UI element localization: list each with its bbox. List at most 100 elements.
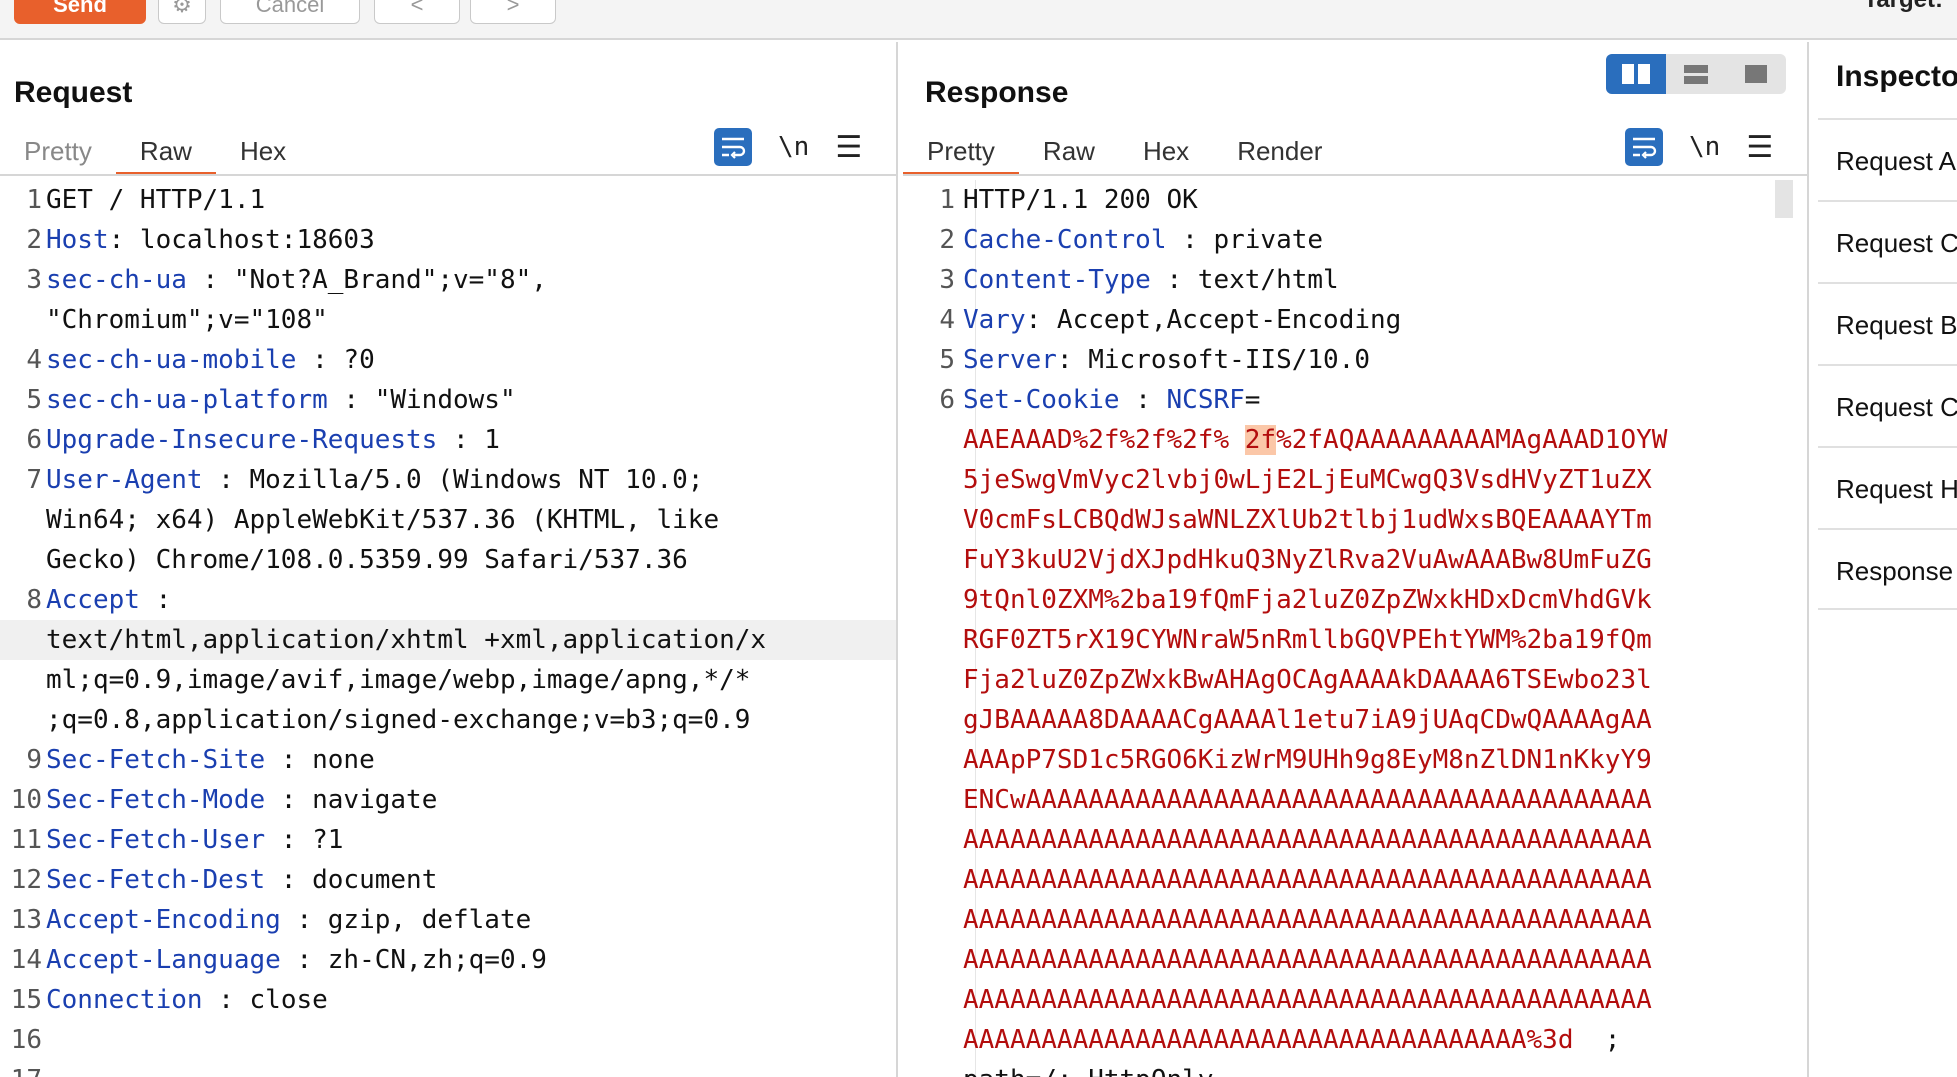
- header-name: User-Agent: [46, 465, 203, 495]
- inspector-item[interactable]: Request C: [1818, 364, 1957, 446]
- layout-side-by-side-button[interactable]: [1606, 54, 1666, 94]
- code-line[interactable]: 8 Accept :: [0, 580, 896, 620]
- inspector-item[interactable]: Request A: [1818, 118, 1957, 200]
- send-button[interactable]: Send: [14, 0, 146, 24]
- tab-pretty[interactable]: Pretty: [903, 130, 1019, 176]
- line-number: [903, 1060, 963, 1077]
- layout-tabbed-button[interactable]: [1726, 54, 1786, 94]
- response-editor[interactable]: 1 HTTP/1.1 200 OK 2 Cache-Control : private…: [903, 180, 1807, 1077]
- code-line[interactable]: 4 Vary: Accept,Accept-Encoding: [903, 300, 1807, 340]
- tab-pretty[interactable]: Pretty: [0, 130, 116, 172]
- inspector-item[interactable]: Request B: [1818, 282, 1957, 364]
- code-line[interactable]: ;q=0.8,application/signed-exchange;v=b3;…: [0, 700, 896, 740]
- code-text: Host: localhost:18603: [46, 220, 375, 260]
- word-wrap-icon[interactable]: [714, 128, 752, 166]
- inspector-item[interactable]: Response: [1818, 528, 1957, 610]
- line-number: 15: [10, 985, 42, 1015]
- code-line[interactable]: 12 Sec-Fetch-Dest : document: [0, 860, 896, 900]
- code-line[interactable]: gJBAAAAA8DAAAACgAAAAl1etu7iA9jUAqCDwQAAA…: [903, 700, 1807, 740]
- tab-render[interactable]: Render: [1213, 130, 1346, 172]
- code-text: sec-ch-ua-mobile : ?0: [46, 340, 375, 380]
- code-line[interactable]: 6 Upgrade-Insecure-Requests : 1: [0, 420, 896, 460]
- code-line[interactable]: 3 Content-Type : text/html: [903, 260, 1807, 300]
- layout-stacked-button[interactable]: [1666, 54, 1726, 94]
- code-line[interactable]: 11 Sec-Fetch-User : ?1: [0, 820, 896, 860]
- code-token: : private: [1166, 225, 1324, 255]
- code-line[interactable]: ml;q=0.9,image/avif,image/webp,image/apn…: [0, 660, 896, 700]
- line-number: [903, 980, 963, 1020]
- newline-icon[interactable]: \n: [778, 132, 809, 162]
- tab-raw[interactable]: Raw: [115, 130, 216, 176]
- code-line[interactable]: text/html,application/xhtml +xml,applica…: [0, 620, 896, 660]
- forward-button[interactable]: >: [470, 0, 556, 24]
- inspector-item[interactable]: Request C: [1818, 200, 1957, 282]
- code-text: Upgrade-Insecure-Requests : 1: [46, 420, 500, 460]
- code-line[interactable]: 5jeSwgVmVyc2lvbj0wLjE2LjEuMCwgQ3VsdHVyZT…: [903, 460, 1807, 500]
- menu-icon[interactable]: ☰: [835, 130, 862, 165]
- code-line[interactable]: Fja2luZ0ZpZWxkBwAHAgOCAgAAAAkDAAAA6TSEwb…: [903, 660, 1807, 700]
- code-line[interactable]: ENCwAAAAAAAAAAAAAAAAAAAAAAAAAAAAAAAAAAAA…: [903, 780, 1807, 820]
- code-line[interactable]: 4 sec-ch-ua-mobile : ?0: [0, 340, 896, 380]
- code-text: 9tQnl0ZXM%2ba19fQmFja2luZ0ZpZWxkHDxDcmVh…: [963, 580, 1652, 620]
- code-text: Sec-Fetch-Dest : document: [46, 860, 437, 900]
- code-line[interactable]: 1 GET / HTTP/1.1: [0, 180, 896, 220]
- code-line[interactable]: 6 Set-Cookie : NCSRF=: [903, 380, 1807, 420]
- code-line[interactable]: AAApP7SD1c5RGO6KizWrM9UHh9g8EyM8nZlDN1nK…: [903, 740, 1807, 780]
- scrollbar[interactable]: [1775, 180, 1793, 218]
- code-line[interactable]: V0cmFsLCBQdWJsaWNLZXlUb2tlbj1udWxsBQEAAA…: [903, 500, 1807, 540]
- settings-button[interactable]: ⚙: [158, 0, 206, 24]
- code-line[interactable]: 2 Host: localhost:18603: [0, 220, 896, 260]
- back-button[interactable]: <: [374, 0, 460, 24]
- code-line[interactable]: AAAAAAAAAAAAAAAAAAAAAAAAAAAAAAAAAAAAAAAA…: [903, 940, 1807, 980]
- code-line[interactable]: 9tQnl0ZXM%2ba19fQmFja2luZ0ZpZWxkHDxDcmVh…: [903, 580, 1807, 620]
- code-token: : 1: [437, 425, 500, 455]
- code-line[interactable]: path=/; HttpOnly: [903, 1060, 1807, 1077]
- code-token: : ?0: [296, 345, 375, 375]
- code-text: 5jeSwgVmVyc2lvbj0wLjE2LjEuMCwgQ3VsdHVyZT…: [963, 460, 1652, 500]
- code-line[interactable]: 1 HTTP/1.1 200 OK: [903, 180, 1807, 220]
- menu-icon[interactable]: ☰: [1746, 130, 1773, 165]
- code-line[interactable]: AAAAAAAAAAAAAAAAAAAAAAAAAAAAAAAAAAAAAAAA…: [903, 820, 1807, 860]
- code-line[interactable]: AAAAAAAAAAAAAAAAAAAAAAAAAAAAAAAAAAAAAAAA…: [903, 900, 1807, 940]
- code-line[interactable]: Gecko) Chrome/108.0.5359.99 Safari/537.3…: [0, 540, 896, 580]
- tab-raw[interactable]: Raw: [1019, 130, 1119, 172]
- code-line[interactable]: 5 sec-ch-ua-platform : "Windows": [0, 380, 896, 420]
- code-text: FuY3kuU2VjdXJpdHkuQ3NyZlRva2VuAwAAABw8Um…: [963, 540, 1652, 580]
- code-line[interactable]: 3 sec-ch-ua : "Not?A_Brand";v="8",: [0, 260, 896, 300]
- code-token: "Chromium";v="108": [46, 305, 328, 335]
- code-token: : gzip, deflate: [280, 905, 532, 935]
- code-line[interactable]: AAAAAAAAAAAAAAAAAAAAAAAAAAAAAAAAAAAAAAAA…: [903, 860, 1807, 900]
- header-name: Cache-Control: [963, 225, 1167, 255]
- code-line[interactable]: Win64; x64) AppleWebKit/537.36 (KHTML, l…: [0, 500, 896, 540]
- word-wrap-icon[interactable]: [1625, 128, 1663, 166]
- code-line[interactable]: 13 Accept-Encoding : gzip, deflate: [0, 900, 896, 940]
- newline-icon[interactable]: \n: [1689, 132, 1720, 162]
- code-line[interactable]: 5 Server: Microsoft-IIS/10.0: [903, 340, 1807, 380]
- tab-hex[interactable]: Hex: [216, 130, 310, 172]
- request-editor[interactable]: 1 GET / HTTP/1.1 2 Host: localhost:18603 3 se…: [0, 180, 896, 1077]
- response-title: Response: [925, 76, 1069, 109]
- line-number: [903, 580, 963, 620]
- line-number: [0, 500, 46, 540]
- tab-hex[interactable]: Hex: [1119, 130, 1213, 172]
- code-line[interactable]: 9 Sec-Fetch-Site : none: [0, 740, 896, 780]
- line-number: 2: [939, 225, 955, 255]
- header-name: Upgrade-Insecure-Requests: [46, 425, 438, 455]
- code-line[interactable]: FuY3kuU2VjdXJpdHkuQ3NyZlRva2VuAwAAABw8Um…: [903, 540, 1807, 580]
- code-line[interactable]: 7 User-Agent : Mozilla/5.0 (Windows NT 10…: [0, 460, 896, 500]
- code-line[interactable]: 17: [0, 1060, 896, 1077]
- code-text: Connection : close: [46, 980, 328, 1020]
- code-line[interactable]: 16: [0, 1020, 896, 1060]
- code-line[interactable]: 10 Sec-Fetch-Mode : navigate: [0, 780, 896, 820]
- code-line[interactable]: RGF0ZT5rX19CYWNraW5nRmllbGQVPEhtYWM%2ba1…: [903, 620, 1807, 660]
- cancel-button[interactable]: Cancel: [220, 0, 360, 24]
- inspector-item[interactable]: Request H: [1818, 446, 1957, 528]
- code-line[interactable]: 14 Accept-Language : zh-CN,zh;q=0.9: [0, 940, 896, 980]
- code-line[interactable]: 2 Cache-Control : private: [903, 220, 1807, 260]
- code-line[interactable]: AAAAAAAAAAAAAAAAAAAAAAAAAAAAAAAAAAAAAAAA…: [903, 980, 1807, 1020]
- code-line[interactable]: AAEAAAD%2f%2f%2f% 2f%2fAQAAAAAAAAAMAgAAA…: [903, 420, 1807, 460]
- code-line[interactable]: 15 Connection : close: [0, 980, 896, 1020]
- code-line[interactable]: "Chromium";v="108": [0, 300, 896, 340]
- code-token: AAAAAAAAAAAAAAAAAAAAAAAAAAAAAAAAAAAAAAAA…: [963, 945, 1652, 975]
- code-line[interactable]: AAAAAAAAAAAAAAAAAAAAAAAAAAAAAAAAAAAA%3d …: [903, 1020, 1807, 1060]
